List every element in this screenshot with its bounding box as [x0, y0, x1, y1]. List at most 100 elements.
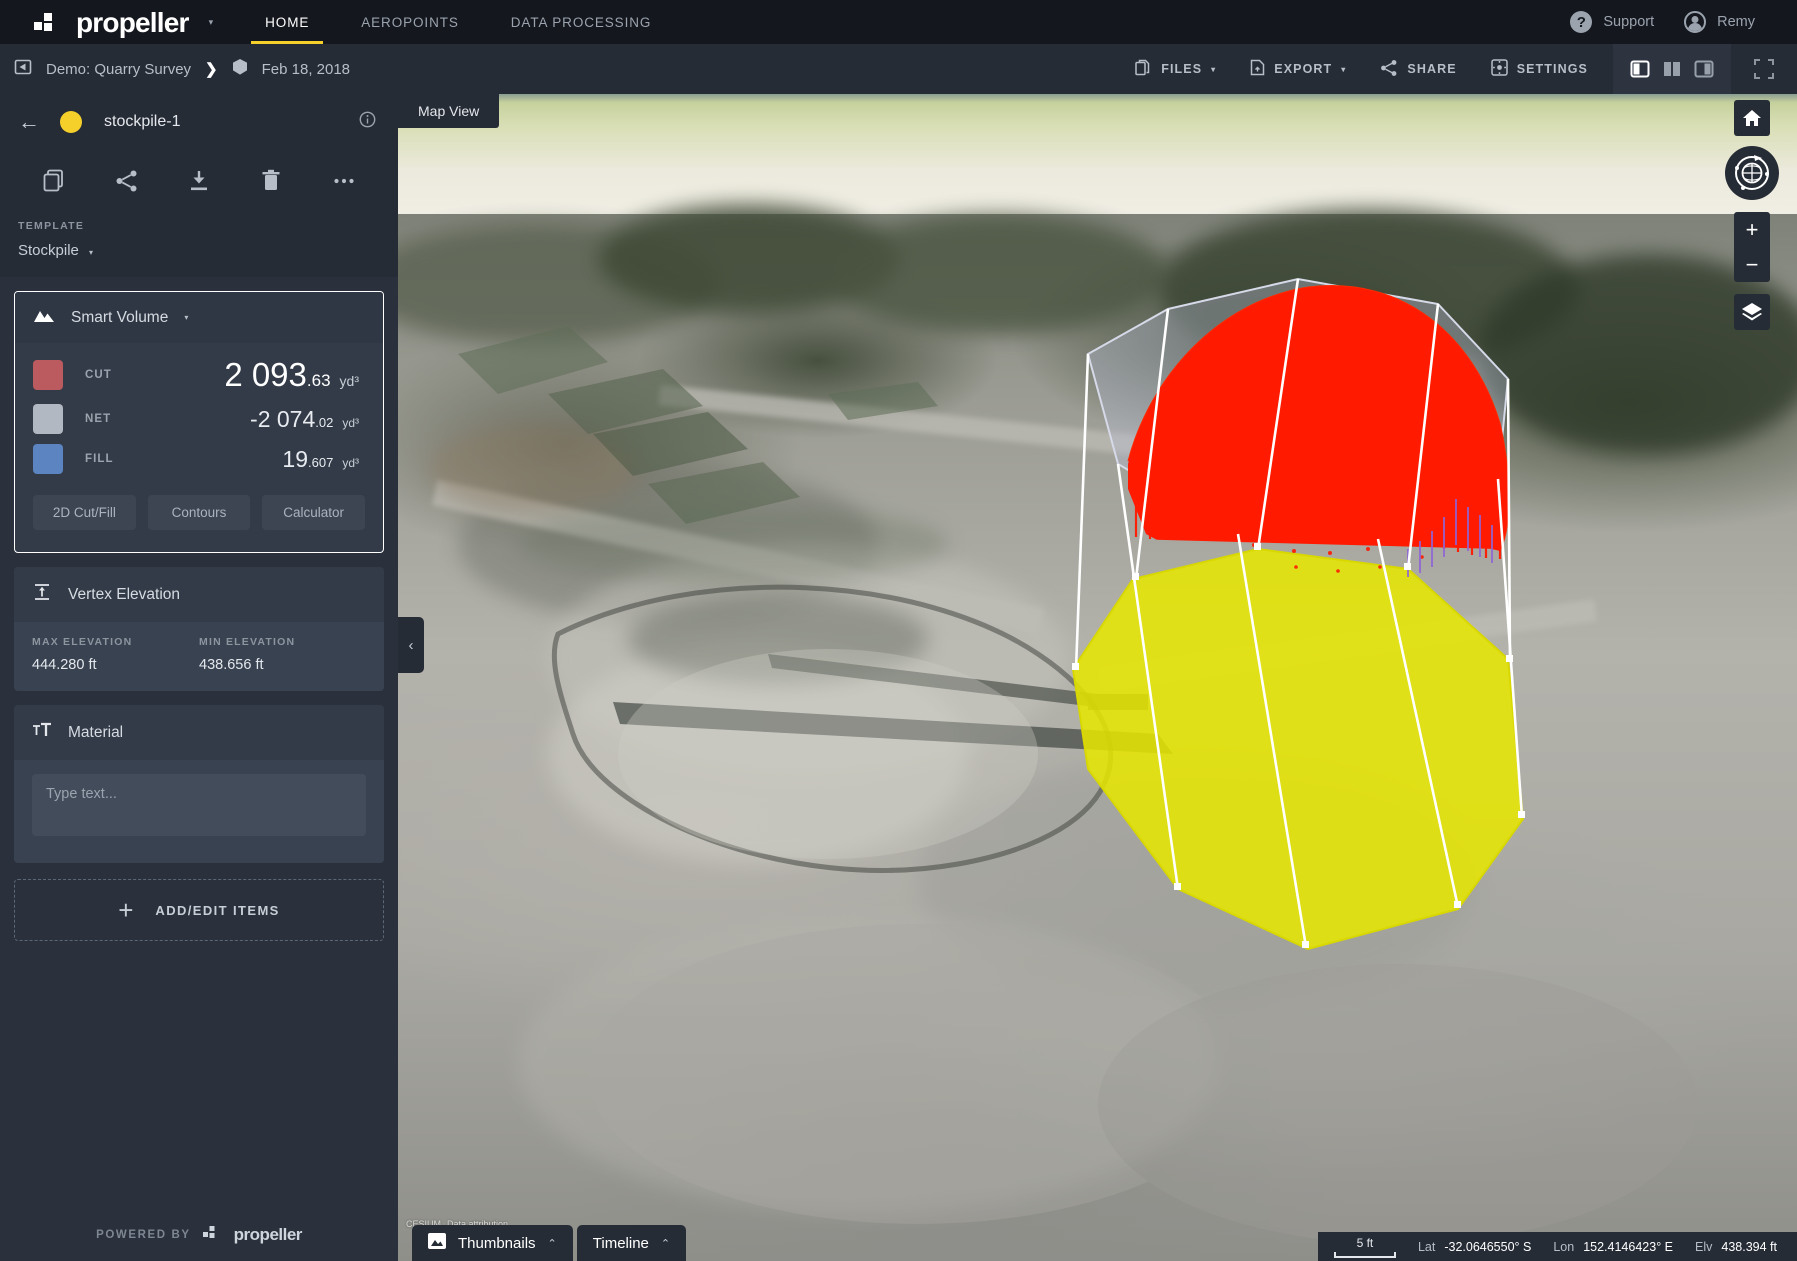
map-view-tab-label: Map View [418, 103, 479, 119]
smart-volume-body: CUT 2 093 .63 yd³ NET -2 074 .02 yd³ [15, 343, 383, 552]
share-icon[interactable] [90, 168, 162, 194]
min-elevation-value: 438.656 ft [199, 657, 366, 673]
powered-by-brand: propeller [234, 1225, 302, 1245]
add-edit-items-label: ADD/EDIT ITEMS [155, 903, 279, 918]
home-view-button[interactable] [1734, 100, 1770, 136]
smart-volume-header[interactable]: Smart Volume ▾ [15, 292, 383, 343]
brand-dropdown-caret[interactable]: ▾ [209, 17, 214, 28]
map-3d-viewport[interactable]: Map View ‹ [398, 94, 1797, 1261]
template-select[interactable]: Stockpile ▾ [18, 242, 380, 259]
top-nav-right-group: ? Support Remy [1562, 0, 1797, 44]
zoom-out-button[interactable]: − [1734, 247, 1770, 282]
export-button[interactable]: EXPORT ▾ [1233, 44, 1363, 94]
chevron-down-icon: ▾ [89, 248, 93, 257]
question-mark-icon: ? [1570, 11, 1592, 33]
elevation-readout: Elv 438.394 ft [1695, 1240, 1777, 1254]
fullscreen-icon [1753, 58, 1775, 80]
info-icon[interactable] [359, 111, 376, 133]
chevron-up-icon: ⌃ [548, 1237, 557, 1250]
volume-row-fill: FILL 19 .607 yd³ [15, 439, 383, 479]
add-edit-items-button[interactable]: + ADD/EDIT ITEMS [14, 879, 384, 941]
home-icon [1742, 108, 1762, 128]
nav-tab-home-label: HOME [265, 15, 309, 30]
zoom-in-button[interactable]: + [1734, 212, 1770, 247]
share-label: SHARE [1407, 62, 1456, 76]
breadcrumb-project-name[interactable]: Demo: Quarry Survey [46, 61, 191, 78]
vertex-elevation-card: Vertex Elevation MAX ELEVATION 444.280 f… [14, 567, 384, 691]
map-control-stack: + − [1734, 100, 1779, 330]
nav-tab-aeropoints[interactable]: AEROPOINTS [335, 0, 485, 44]
nav-tab-home[interactable]: HOME [239, 0, 335, 44]
image-icon [428, 1233, 446, 1253]
fill-value-group: 19 .607 yd³ [282, 446, 359, 473]
view-mode-split-right-button[interactable] [1691, 56, 1717, 82]
smart-volume-card: Smart Volume ▾ CUT 2 093 .63 yd³ NET [14, 291, 384, 553]
bottom-panel-tabs: Thumbnails ⌃ Timeline ⌃ [412, 1225, 686, 1261]
measurement-color-dot[interactable] [60, 111, 82, 133]
min-elevation-group: MIN ELEVATION 438.656 ft [199, 636, 366, 673]
stockpile-volume-annotation[interactable] [1058, 249, 1797, 1149]
share-icon [1380, 59, 1398, 80]
fill-color-swatch [33, 444, 63, 474]
brand-logo-group[interactable]: propeller ▾ [0, 0, 213, 44]
material-title: Material [68, 724, 123, 742]
longitude-value: 152.4146423° E [1583, 1240, 1673, 1254]
top-navigation-bar: propeller ▾ HOME AEROPOINTS DATA PROCESS… [0, 0, 1797, 44]
project-toolbar: Demo: Quarry Survey ❯ Feb 18, 2018 FILES… [0, 44, 1797, 94]
main-nav-tabs: HOME AEROPOINTS DATA PROCESSING [239, 0, 677, 44]
settings-icon [1491, 59, 1508, 79]
files-label: FILES [1161, 62, 1202, 76]
calculator-button[interactable]: Calculator [262, 495, 365, 530]
material-header[interactable]: Material [14, 705, 384, 760]
delete-icon[interactable] [235, 168, 307, 194]
duplicate-icon[interactable] [18, 168, 90, 194]
toolbar-actions: FILES ▾ EXPORT ▾ SHARE SETTINGS [1118, 44, 1797, 94]
avatar-icon [1684, 11, 1706, 33]
sidebar-collapse-handle[interactable]: ‹ [398, 617, 424, 673]
map-status-bar: 5 ft Lat -32.0646550° S Lon 152.4146423°… [1318, 1232, 1797, 1261]
chevron-left-icon: ‹ [409, 637, 414, 654]
base-polygon-surface [1073, 549, 1523, 949]
sidebar-header: ← stockpile-1 [0, 94, 398, 150]
thumbnails-tab[interactable]: Thumbnails ⌃ [412, 1225, 573, 1261]
more-options-icon[interactable] [308, 168, 380, 194]
download-icon[interactable] [163, 168, 235, 194]
view-mode-split-even-button[interactable] [1659, 56, 1685, 82]
template-value: Stockpile [18, 242, 79, 259]
vertex-elevation-header[interactable]: Vertex Elevation [14, 567, 384, 622]
contours-button[interactable]: Contours [148, 495, 251, 530]
vertex-elevation-title: Vertex Elevation [68, 586, 180, 604]
timeline-tab[interactable]: Timeline ⌃ [577, 1225, 686, 1261]
cut-value-decimal: .63 [307, 371, 331, 391]
plus-icon: + [118, 897, 133, 923]
layers-button[interactable] [1734, 294, 1770, 330]
net-value: -2 074 [250, 406, 315, 433]
longitude-label: Lon [1553, 1240, 1574, 1254]
volume-row-net: NET -2 074 .02 yd³ [15, 399, 383, 439]
app-root: propeller ▾ HOME AEROPOINTS DATA PROCESS… [0, 0, 1797, 1261]
template-label: TEMPLATE [18, 220, 380, 232]
fullscreen-button[interactable] [1731, 44, 1797, 94]
text-format-icon [32, 721, 52, 744]
view-mode-split-left-button[interactable] [1627, 56, 1653, 82]
share-button[interactable]: SHARE [1363, 44, 1473, 94]
back-arrow-icon[interactable]: ← [18, 111, 40, 133]
latitude-label: Lat [1418, 1240, 1435, 1254]
support-label: Support [1603, 14, 1654, 30]
user-menu-button[interactable]: Remy [1676, 11, 1763, 33]
settings-button[interactable]: SETTINGS [1474, 44, 1605, 94]
min-elevation-label: MIN ELEVATION [199, 636, 366, 648]
map-view-tab[interactable]: Map View [398, 94, 499, 128]
compass-icon [1729, 150, 1775, 196]
2d-cut-fill-button[interactable]: 2D Cut/Fill [33, 495, 136, 530]
chevron-up-icon: ⌃ [661, 1237, 670, 1250]
support-button[interactable]: ? Support [1562, 11, 1662, 33]
net-unit: yd³ [342, 416, 359, 430]
navigation-compass-button[interactable] [1725, 146, 1779, 200]
material-text-input[interactable] [32, 774, 366, 836]
material-body [14, 760, 384, 863]
files-button[interactable]: FILES ▾ [1118, 44, 1233, 94]
layers-icon [1741, 301, 1763, 323]
nav-tab-data-processing[interactable]: DATA PROCESSING [485, 0, 678, 44]
breadcrumb-survey-date[interactable]: Feb 18, 2018 [262, 61, 350, 78]
